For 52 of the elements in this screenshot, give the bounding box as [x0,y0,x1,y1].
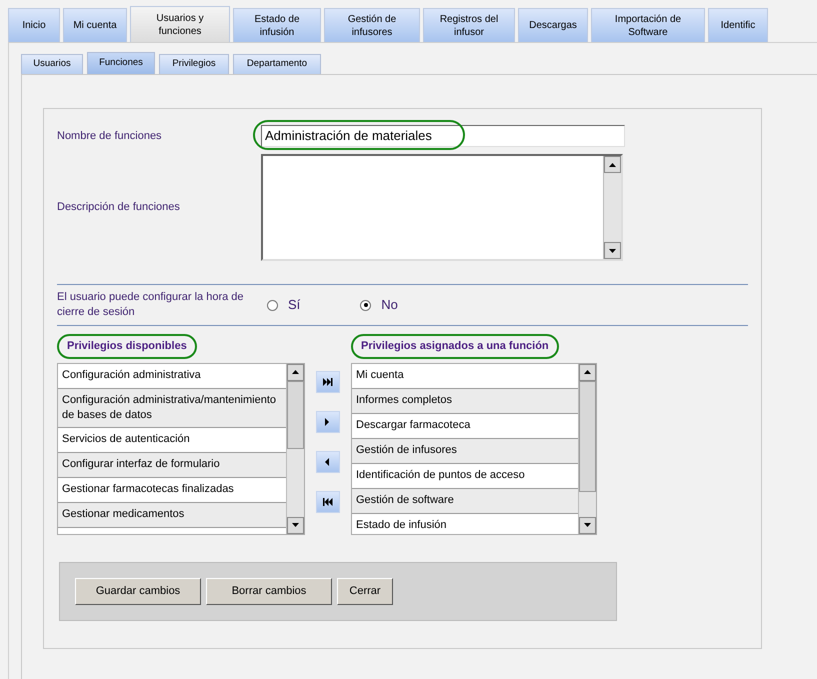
list-title: Privilegios asignados a una función [351,334,559,358]
scroll-down-icon [584,523,591,527]
sub-tab[interactable]: Usuarios [21,54,83,74]
main-tab[interactable]: Usuarios y funciones [130,6,230,42]
option-label: El usuario puede configurar la hora de cierre de sesión [57,290,245,320]
main-tab[interactable]: Inicio [8,8,60,42]
action-button[interactable]: Guardar cambios [75,578,201,604]
transfer-button[interactable] [316,411,340,434]
main-tab[interactable]: Mi cuenta [63,8,127,42]
scroll-bar[interactable] [603,156,621,259]
sub-tab[interactable]: Privilegios [159,54,229,74]
radio-option[interactable]: No [360,295,398,315]
scroll-bar[interactable] [286,364,304,534]
scroll-up-icon [609,162,616,166]
double-arrow-icon [323,378,333,386]
scroll-down-icon [292,523,299,527]
action-button[interactable]: Cerrar [337,578,393,604]
transfer-button[interactable] [316,451,340,474]
privilege-item[interactable]: Gestionar farmacotecas finalizadas [58,478,286,502]
sub-tab[interactable]: Funciones [87,52,155,74]
name-field[interactable]: Administración de materiales [261,125,625,147]
main-tab[interactable]: Importación de Software [591,8,705,42]
privilege-item[interactable]: Descargar farmacoteca [352,414,578,438]
main-tab[interactable]: Estado de infusión [233,8,321,42]
privilege-item[interactable]: Gestión de infusores [352,438,578,464]
action-button[interactable]: Borrar cambios [206,578,332,604]
privilege-item[interactable]: Gestión de software [352,488,578,514]
sub-tab[interactable]: Departamento [233,54,321,74]
privilege-item[interactable]: Configurar interfaz de formulario [58,452,286,478]
transfer-button[interactable] [316,491,340,514]
field-label: Nombre de funciones [57,128,163,144]
radio-button[interactable] [360,300,372,310]
radio-button[interactable] [267,300,278,310]
double-arrow-icon [323,498,333,506]
privilege-item[interactable]: Gestionar medicamentos [58,502,286,528]
privilege-item[interactable]: Configuración administrativa/mantenimiento de bases de datos [58,388,286,428]
scroll-up-icon [292,370,299,374]
field-label: Descripción de funciones [57,200,181,216]
radio-option[interactable]: Sí [267,295,300,315]
scroll-up-icon [584,370,591,374]
privilege-item[interactable]: Identificación de puntos de acceso [352,464,578,488]
scroll-bar[interactable] [578,364,596,534]
main-tab[interactable]: Gestión de infusores [324,8,420,42]
main-tab[interactable]: Registros del infusor [423,8,515,42]
transfer-button[interactable] [316,371,340,394]
scroll-down-icon [609,248,616,252]
main-tab[interactable]: Descargas [518,8,588,42]
privilege-item[interactable]: Servicios de autenticación [58,428,286,452]
privilege-item[interactable]: Informes completos [352,388,578,414]
main-tab[interactable]: Identific [708,8,768,42]
list-title: Privilegios disponibles [57,334,197,358]
description-field[interactable] [261,154,623,261]
